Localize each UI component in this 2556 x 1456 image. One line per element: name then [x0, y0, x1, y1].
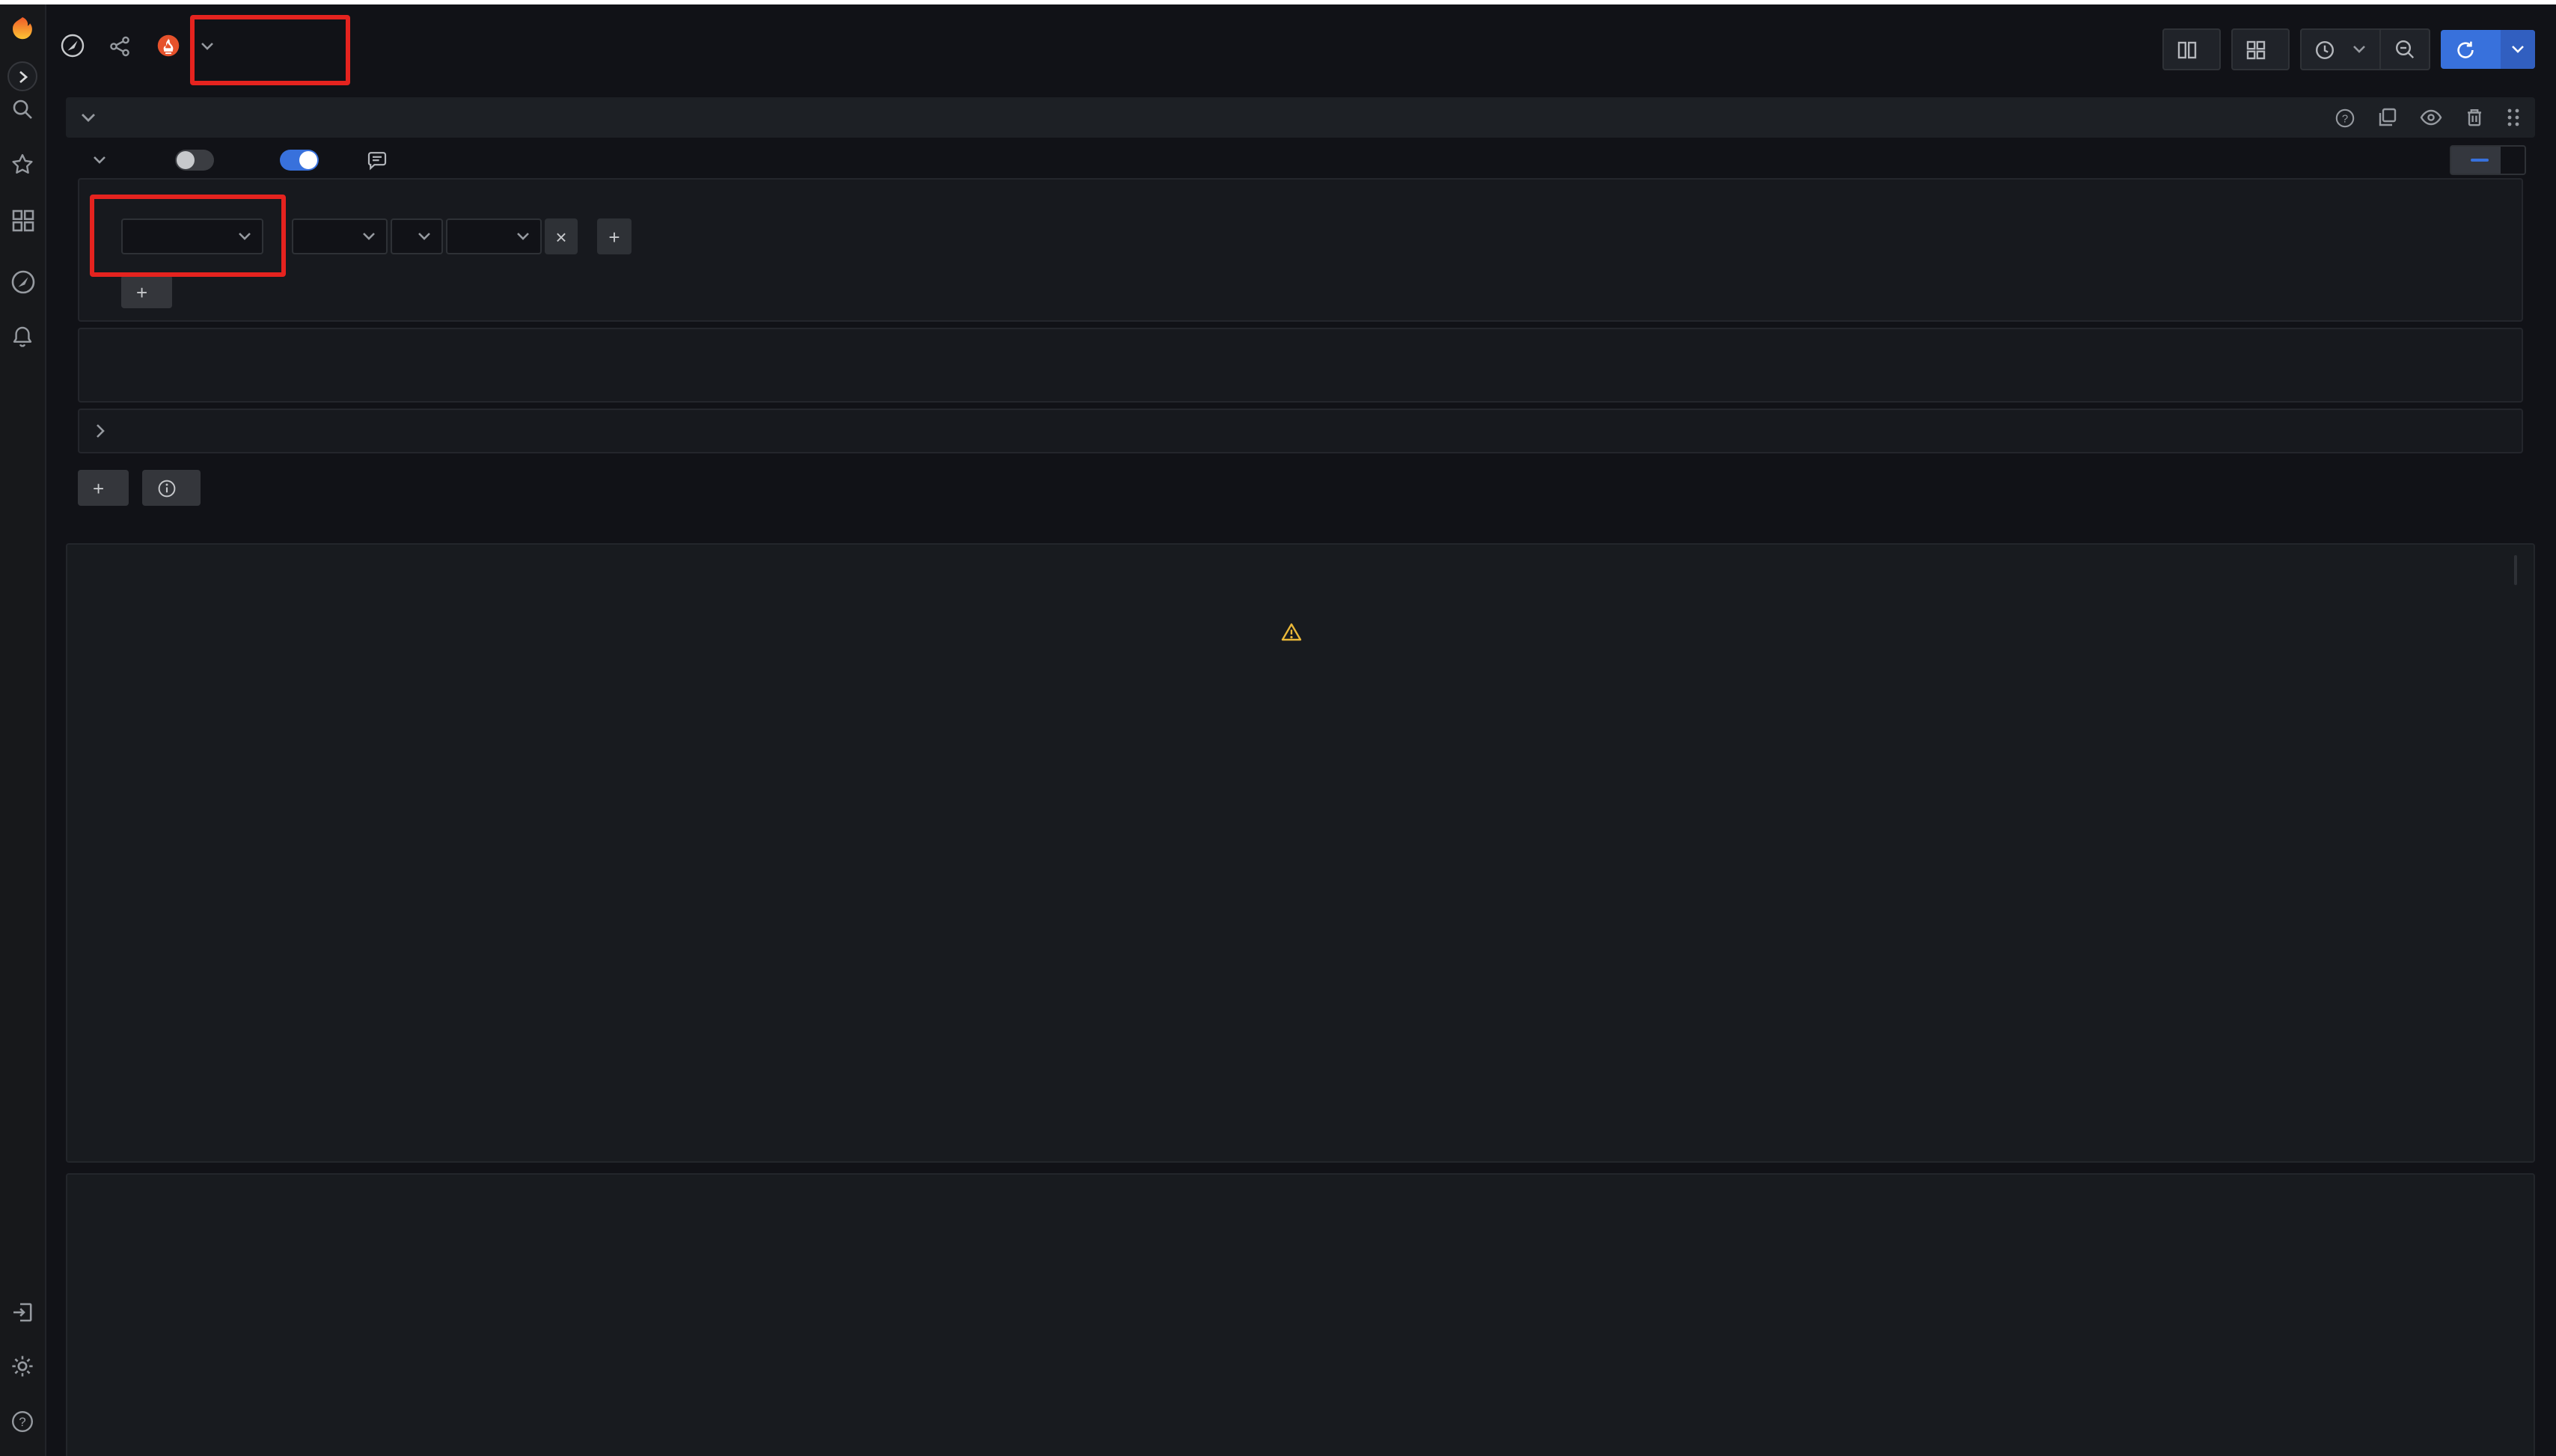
chevron-down-icon: [362, 232, 376, 241]
chevron-down-icon: [418, 232, 431, 241]
info-circle-icon: [156, 478, 176, 498]
grafana-logo-icon: [9, 12, 36, 45]
grafana-explore-window: ?: [0, 0, 2556, 1456]
explain-toggle[interactable]: [175, 150, 214, 171]
settings-gear-icon[interactable]: [9, 1353, 36, 1380]
graph-panel: [66, 543, 2535, 1163]
add-to-dashboard-button[interactable]: [2231, 28, 2290, 70]
query-help-icon[interactable]: ?: [2335, 107, 2355, 128]
options-box[interactable]: [78, 409, 2523, 453]
apps-icon: [2246, 40, 2266, 59]
query-toolbar: [78, 145, 2526, 175]
code-tab[interactable]: [2501, 147, 2525, 174]
feedback-comment-icon: [367, 150, 388, 170]
starred-icon[interactable]: [9, 151, 36, 178]
add-query-button[interactable]: +: [78, 470, 128, 506]
remove-label-filter-button[interactable]: ×: [545, 218, 578, 254]
query-builder-box: × + +: [78, 178, 2523, 322]
navbar: [45, 4, 2556, 87]
table-panel: [66, 1173, 2535, 1456]
refresh-icon: [2456, 40, 2475, 59]
chevron-down-icon: [93, 156, 106, 165]
remove-query-trash-icon[interactable]: [2465, 108, 2484, 127]
chevron-down-icon: [2511, 45, 2525, 54]
label-operator-select[interactable]: [391, 218, 443, 254]
expand-chevron-icon: [96, 423, 105, 438]
inspector-button[interactable]: [141, 470, 200, 506]
run-query-dropdown[interactable]: [2501, 30, 2535, 69]
help-icon[interactable]: ?: [9, 1408, 36, 1435]
beta-badge: [2471, 159, 2489, 162]
explore-title-icon: [60, 33, 85, 58]
collapse-chevron-icon[interactable]: [81, 112, 96, 123]
duplicate-query-icon[interactable]: [2378, 108, 2397, 127]
grafana-logo[interactable]: [9, 15, 36, 42]
chevron-down-icon: [238, 232, 251, 241]
hide-response-eye-icon[interactable]: [2420, 109, 2442, 126]
chevron-down-icon: [516, 232, 530, 241]
raw-query-toggle[interactable]: [280, 150, 319, 171]
label-key-select[interactable]: [292, 218, 388, 254]
alerting-bell-icon[interactable]: [9, 323, 36, 350]
add-label-filter-button[interactable]: +: [597, 218, 632, 254]
dashboards-icon[interactable]: [9, 207, 36, 233]
zoom-out-icon: [2394, 39, 2415, 60]
search-icon[interactable]: [9, 96, 36, 123]
svg-text:?: ?: [2342, 112, 2348, 124]
explore-compass-icon[interactable]: [9, 268, 36, 295]
split-columns-icon: [2177, 40, 2197, 59]
sidebar-expand-button[interactable]: [7, 61, 37, 91]
clock-icon: [2315, 40, 2335, 59]
datasource-picker[interactable]: [142, 22, 229, 70]
operations-button[interactable]: +: [121, 275, 171, 308]
chevron-down-icon: [2352, 45, 2366, 54]
zoom-out-time-button[interactable]: [2379, 30, 2429, 69]
split-button[interactable]: [2162, 28, 2221, 70]
time-range-button[interactable]: [2302, 30, 2379, 69]
prometheus-logo-icon: [157, 34, 180, 57]
raw-query-box: [78, 328, 2523, 403]
svg-text:?: ?: [19, 1415, 25, 1429]
builder-code-switch: [2450, 145, 2526, 175]
query-row-header[interactable]: ?: [66, 97, 2535, 138]
label-filter-row: × +: [292, 218, 632, 254]
label-value-select[interactable]: [446, 218, 542, 254]
metric-select[interactable]: [121, 218, 263, 254]
sidebar: ?: [0, 4, 46, 1456]
chevron-down-icon: [201, 41, 214, 50]
graph-canvas[interactable]: [67, 545, 2535, 1163]
run-query-button[interactable]: [2441, 30, 2535, 69]
drag-handle-icon[interactable]: [2507, 108, 2520, 127]
time-picker-group: [2300, 28, 2430, 70]
builder-tab[interactable]: [2451, 147, 2501, 174]
sign-in-icon[interactable]: [9, 1299, 36, 1326]
share-icon[interactable]: [109, 35, 130, 56]
